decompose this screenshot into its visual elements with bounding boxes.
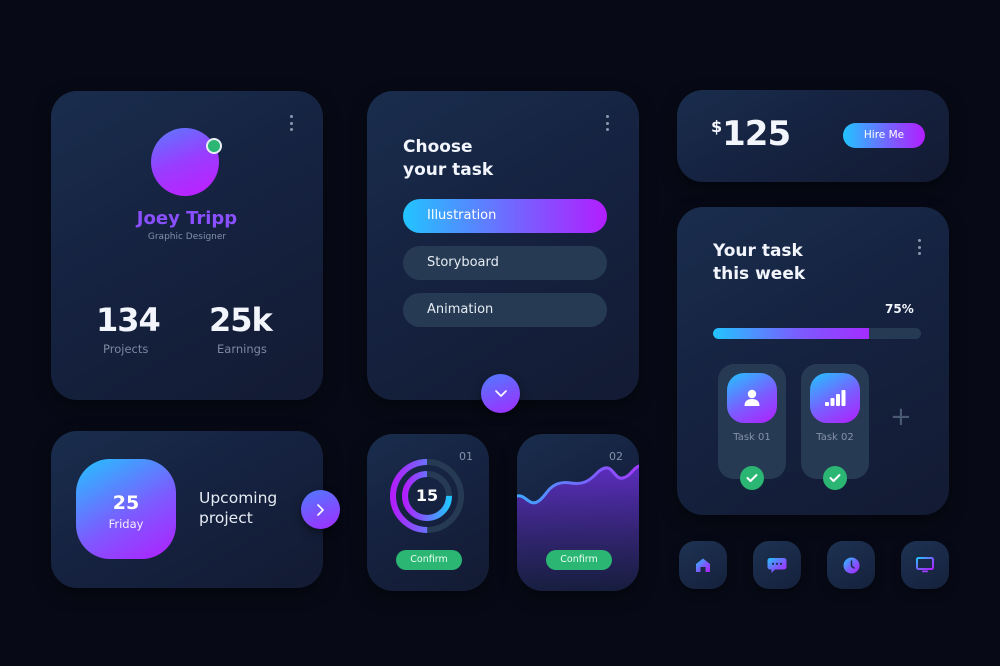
nav-home-button[interactable] [679, 541, 727, 589]
nav-clock-button[interactable] [827, 541, 875, 589]
task-02-icon-tile [810, 373, 860, 423]
clock-icon [843, 557, 859, 573]
weekly-menu-kebab-icon[interactable] [917, 239, 921, 255]
currency-symbol: $ [711, 117, 722, 136]
choose-task-title-line2: your task [403, 160, 494, 180]
chevron-right-icon [317, 503, 324, 516]
task-01-label: Task 01 [733, 432, 771, 443]
task-tile-02[interactable]: Task 02 [801, 364, 869, 490]
task-01-check-icon [740, 466, 764, 490]
price-card: $125 Hire Me [677, 90, 949, 182]
profile-role: Graphic Designer [147, 232, 227, 242]
stat-earnings-value: 25k [209, 301, 273, 339]
progress-bar-fill [713, 328, 869, 339]
choose-task-title: Choose your task [403, 136, 493, 182]
upcoming-project-card: 25 Friday Upcoming project [51, 431, 323, 588]
task-option-illustration[interactable]: Illustration [403, 199, 607, 233]
task-01-icon-tile [727, 373, 777, 423]
task-option-storyboard[interactable]: Storyboard [403, 246, 607, 280]
date-tile: 25 Friday [76, 459, 176, 559]
online-status-icon [206, 138, 222, 154]
hire-me-button[interactable]: Hire Me [843, 123, 925, 148]
task-option-animation[interactable]: Animation [403, 293, 607, 327]
choose-task-title-line1: Choose [403, 137, 473, 157]
home-icon [696, 558, 710, 572]
timer-widget: 01 15 Confirm [367, 434, 489, 591]
date-weekday: Friday [108, 517, 144, 531]
stat-earnings-label: Earnings [217, 342, 267, 356]
nav-chat-button[interactable] [753, 541, 801, 589]
chat-icon [767, 557, 787, 573]
monitor-icon [916, 557, 934, 573]
weekly-title-line1: Your task [713, 241, 803, 261]
task-tile-01[interactable]: Task 01 [718, 364, 786, 490]
timer-value: 15 [415, 486, 439, 505]
chevron-down-icon [494, 390, 507, 397]
add-task-plus-icon[interactable]: + [890, 404, 912, 430]
task-02-label: Task 02 [816, 432, 854, 443]
graph-widget: 02 Confirm [517, 434, 639, 591]
stat-projects-label: Projects [103, 342, 149, 356]
user-icon [744, 389, 760, 406]
upcoming-title-line2: project [199, 509, 253, 527]
upcoming-title-line1: Upcoming [199, 489, 278, 507]
progress-percent: 75% [885, 302, 914, 316]
widget-02-index: 02 [609, 450, 623, 463]
choose-task-card: Choose your task Illustration Storyboard… [367, 91, 639, 400]
confirm-button-01[interactable]: Confirm [396, 550, 462, 570]
avatar[interactable] [151, 128, 219, 196]
weekly-title-line2: this week [713, 264, 806, 284]
stat-projects-value: 134 [96, 301, 161, 339]
upcoming-next-button[interactable] [301, 490, 340, 529]
signal-bars-icon [825, 390, 846, 406]
task-02-check-icon [823, 466, 847, 490]
weekly-task-card: Your task this week 75% Task 01 Task 02 [677, 207, 949, 515]
profile-name: Joey Tripp [136, 208, 238, 229]
profile-card: Joey Tripp Graphic Designer 134 Projects… [51, 91, 323, 400]
choose-task-menu-kebab-icon[interactable] [605, 115, 609, 131]
confirm-button-02[interactable]: Confirm [546, 550, 612, 570]
progress-bar [713, 328, 921, 339]
nav-monitor-button[interactable] [901, 541, 949, 589]
weekly-title: Your task this week [713, 240, 805, 286]
date-day-number: 25 [112, 492, 140, 514]
expand-tasks-button[interactable] [481, 374, 520, 413]
rate-amount: 125 [722, 114, 791, 154]
upcoming-title: Upcoming project [199, 488, 277, 528]
profile-menu-kebab-icon[interactable] [289, 115, 293, 131]
hourly-rate: $125 [711, 114, 791, 154]
